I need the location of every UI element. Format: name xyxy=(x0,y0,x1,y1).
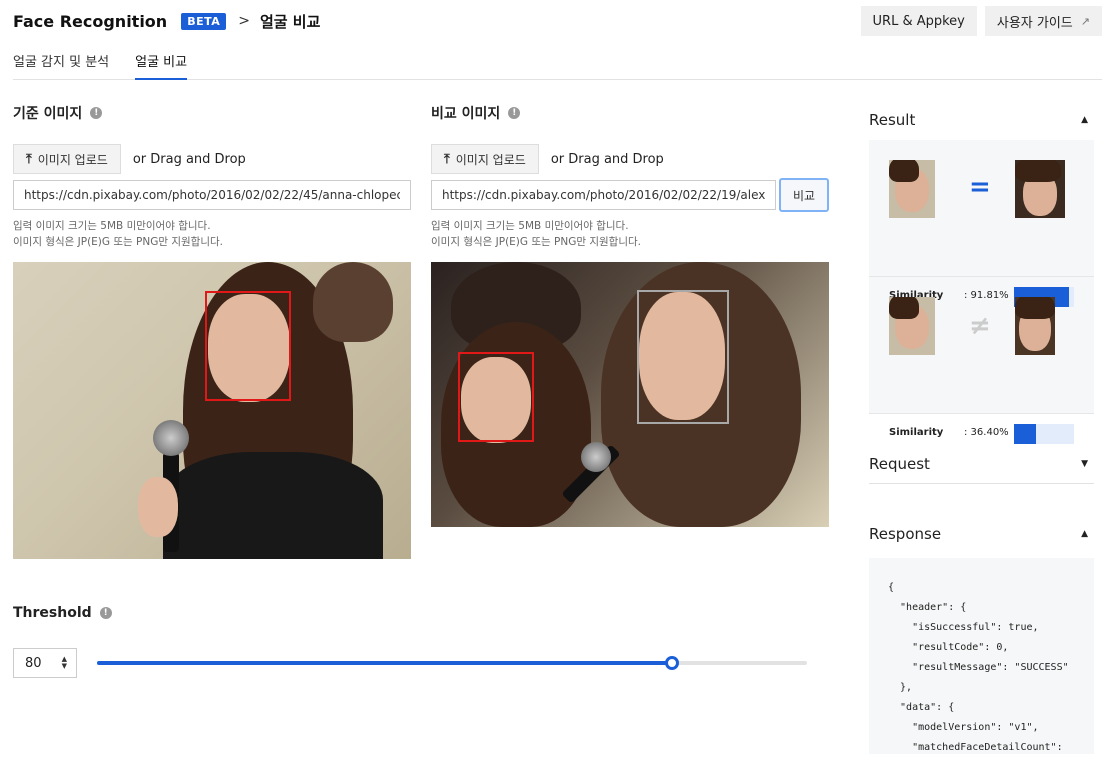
face-box xyxy=(205,291,291,401)
face-box-unmatched xyxy=(637,290,729,424)
threshold-title: Threshold ! xyxy=(13,605,112,621)
response-header[interactable]: Response ▲ xyxy=(869,514,1094,554)
result-header[interactable]: Result ▲ xyxy=(869,100,1094,140)
upload-icon: ⤒ xyxy=(26,151,32,167)
result-title: Result xyxy=(869,111,916,129)
caret-up-icon[interactable]: ▲ xyxy=(1081,115,1088,125)
source-upload-row: ⤒ 이미지 업로드 or Drag and Drop xyxy=(13,144,411,174)
external-link-icon: ↗ xyxy=(1080,14,1090,28)
response-line: }, xyxy=(888,682,913,693)
caret-down-icon[interactable]: ▼ xyxy=(1081,459,1088,469)
tab-face-compare[interactable]: 얼굴 비교 xyxy=(135,44,188,80)
target-url-input[interactable] xyxy=(431,180,777,210)
slider-fill xyxy=(97,661,673,665)
slider-thumb[interactable] xyxy=(665,656,680,670)
response-line: "header": { xyxy=(888,602,967,613)
compare-button[interactable]: 비교 xyxy=(779,178,829,212)
target-panel-title: 비교 이미지 ! xyxy=(431,100,829,126)
threshold-stepper[interactable]: 80 ▲ ▼ xyxy=(13,648,77,678)
caret-up-icon[interactable]: ▲ xyxy=(1081,529,1088,539)
source-dnd-text: or Drag and Drop xyxy=(132,151,246,167)
source-image xyxy=(13,262,411,559)
threshold-title-text: Threshold xyxy=(13,605,92,621)
target-upload-button[interactable]: ⤒ 이미지 업로드 xyxy=(431,144,539,174)
similarity-label: Similarity xyxy=(889,427,944,438)
response-line: "resultMessage": "SUCCESS" xyxy=(888,662,1069,673)
url-appkey-label: URL & Appkey xyxy=(872,13,965,29)
user-guide-label: 사용자 가이드 xyxy=(996,15,1073,31)
not-equal-icon: ≠ xyxy=(969,311,991,341)
target-image-panel: 비교 이미지 ! ⤒ 이미지 업로드 or Drag and Drop 비교 입력… xyxy=(431,100,829,527)
target-title-text: 비교 이미지 xyxy=(431,106,501,122)
source-hint: 입력 이미지 크기는 5MB 미만이어야 합니다. 이미지 형식은 JP(E)G… xyxy=(13,218,411,250)
background-hair-shape xyxy=(313,262,393,342)
matched-face-thumbnail xyxy=(1015,160,1065,218)
clothing-shape xyxy=(163,452,383,559)
tab-bar: 얼굴 감지 및 분석 얼굴 비교 xyxy=(13,44,1102,80)
target-upload-row: ⤒ 이미지 업로드 or Drag and Drop xyxy=(431,144,829,174)
result-box: = Similarity : 91.81% ≠ Similarity : 36.… xyxy=(869,140,1094,444)
target-url-row: 비교 xyxy=(431,178,829,212)
info-icon[interactable]: ! xyxy=(90,107,103,119)
threshold-value: 80 xyxy=(25,655,42,671)
target-hint-format: 이미지 형식은 JP(E)G 또는 PNG만 지원합니다. xyxy=(431,236,641,248)
hand-shape xyxy=(138,477,178,537)
url-appkey-button[interactable]: URL & Appkey xyxy=(860,6,977,36)
tab-face-detection[interactable]: 얼굴 감지 및 분석 xyxy=(13,44,109,80)
response-line: { xyxy=(888,582,895,593)
source-upload-label: 이미지 업로드 xyxy=(37,152,108,167)
breadcrumb-current: 얼굴 비교 xyxy=(259,12,321,31)
equal-icon: = xyxy=(969,172,991,202)
source-url-input[interactable] xyxy=(13,180,411,210)
source-title-text: 기준 이미지 xyxy=(13,106,83,122)
source-hint-size: 입력 이미지 크기는 5MB 미만이어야 합니다. xyxy=(13,220,211,232)
response-line: "modelVersion": "v1", xyxy=(888,722,1039,733)
similarity-bar-fill xyxy=(1014,424,1036,444)
target-upload-label: 이미지 업로드 xyxy=(455,152,526,167)
microphone-head-shape xyxy=(581,442,611,472)
response-line: "matchedFaceDetailCount": xyxy=(888,742,1063,753)
chevron-right-icon: > xyxy=(238,13,250,29)
face-box xyxy=(458,352,534,442)
info-icon[interactable]: ! xyxy=(99,607,112,619)
source-hint-format: 이미지 형식은 JP(E)G 또는 PNG만 지원합니다. xyxy=(13,236,223,248)
target-dnd-text: or Drag and Drop xyxy=(550,151,664,167)
source-face-thumbnail xyxy=(889,297,935,355)
beta-badge: BETA xyxy=(181,12,227,30)
source-upload-button[interactable]: ⤒ 이미지 업로드 xyxy=(13,144,121,174)
request-title: Request xyxy=(869,454,930,473)
source-face-thumbnail xyxy=(889,160,935,218)
result-item: ≠ Similarity : 36.40% xyxy=(869,277,1094,444)
similarity-value: : 36.40% xyxy=(964,427,1009,438)
target-hint-size: 입력 이미지 크기는 5MB 미만이어야 합니다. xyxy=(431,220,629,232)
source-panel-title: 기준 이미지 ! xyxy=(13,100,411,126)
page-header: Face Recognition BETA > 얼굴 비교 URL & Appk… xyxy=(13,6,1102,36)
user-guide-button[interactable]: 사용자 가이드 ↗ xyxy=(984,6,1102,36)
response-title: Response xyxy=(869,525,942,543)
unmatched-face-thumbnail xyxy=(1015,297,1055,355)
source-url-row xyxy=(13,180,411,210)
target-hint: 입력 이미지 크기는 5MB 미만이어야 합니다. 이미지 형식은 JP(E)G… xyxy=(431,218,829,250)
response-line: "isSuccessful": true, xyxy=(888,622,1039,633)
stepper-arrows-icon[interactable]: ▲ ▼ xyxy=(62,656,67,670)
info-icon[interactable]: ! xyxy=(508,107,521,119)
upload-icon: ⤒ xyxy=(444,151,450,167)
response-line: "data": { xyxy=(888,702,955,713)
result-item: = Similarity : 91.81% xyxy=(869,140,1094,307)
app-title: Face Recognition xyxy=(13,11,168,31)
header-actions: URL & Appkey 사용자 가이드 ↗ xyxy=(860,6,1102,36)
microphone-head-shape xyxy=(153,420,189,456)
response-line: "resultCode": 0, xyxy=(888,642,1009,653)
target-image xyxy=(431,262,829,527)
similarity-bar xyxy=(1014,424,1074,444)
response-json: { "header": { "isSuccessful": true, "res… xyxy=(869,558,1094,754)
source-image-panel: 기준 이미지 ! ⤒ 이미지 업로드 or Drag and Drop 입력 이미… xyxy=(13,100,411,559)
request-header[interactable]: Request ▼ xyxy=(869,444,1094,484)
threshold-section: Threshold ! xyxy=(13,605,112,621)
threshold-slider[interactable] xyxy=(97,656,807,670)
result-sidebar: Result ▲ = Similarity : 91.81% ≠ Similar… xyxy=(869,100,1094,754)
